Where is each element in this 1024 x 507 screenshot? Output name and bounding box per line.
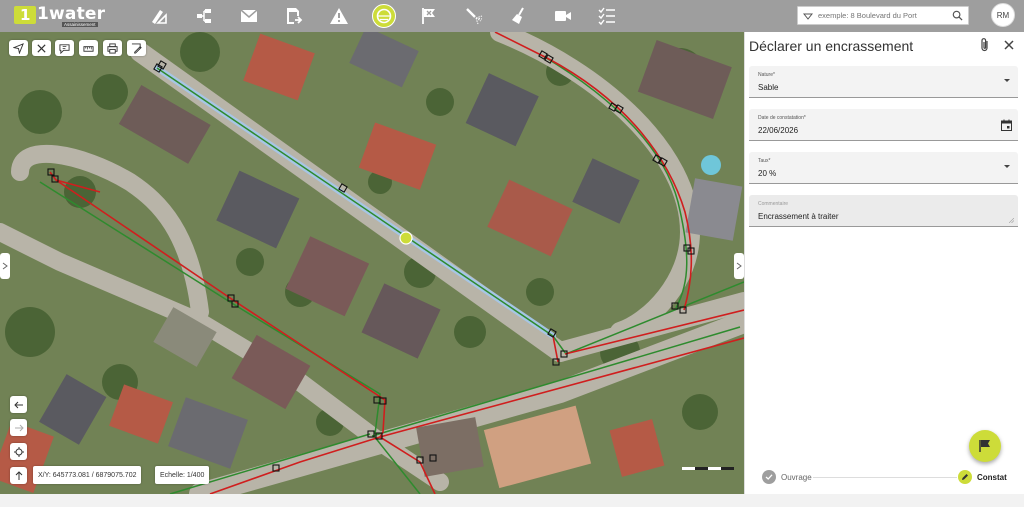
paperclip-icon[interactable] [978, 37, 992, 53]
app-logo[interactable]: 1 1water Assainissement [14, 4, 105, 27]
date-value: 22/06/2026 [758, 126, 799, 135]
network-icon[interactable] [193, 5, 215, 27]
logo-mark: 1 [14, 6, 36, 24]
nature-label: Nature* [758, 72, 775, 78]
user-avatar[interactable]: RM [991, 3, 1015, 27]
pencil-ruler-icon[interactable] [148, 5, 170, 27]
date-field[interactable]: Date de constatation* 22/06/2026 [749, 109, 1018, 141]
close-icon[interactable] [1001, 37, 1017, 53]
report-flag-icon [979, 440, 990, 452]
calendar-icon[interactable] [1001, 119, 1012, 131]
left-panel-toggle[interactable] [0, 253, 10, 279]
dropdown-arrow-icon [1004, 79, 1010, 82]
chevron-right-icon [2, 262, 8, 270]
warning-icon[interactable] [328, 5, 350, 27]
top-bar: 1 1water Assainissement RM [0, 0, 1024, 32]
aerial-map [0, 32, 744, 494]
comment-label: Commentaire [758, 201, 789, 207]
chevron-right-icon [736, 262, 742, 270]
draw-icon[interactable] [127, 40, 146, 56]
dropdown-arrow-icon [1004, 165, 1010, 168]
bottom-bar [0, 494, 1024, 507]
forward-icon[interactable] [10, 419, 27, 436]
step-constat-label: Constat [977, 472, 1007, 482]
scale-readout: Echelle: 1/400 [155, 466, 210, 484]
resize-handle-icon[interactable] [1009, 218, 1014, 223]
envelope-icon[interactable] [238, 5, 260, 27]
coordinates-readout: X/Y: 645773.081 / 6879075.702 [33, 466, 142, 484]
search-icon[interactable] [952, 10, 963, 21]
date-label: Date de constatation* [758, 115, 806, 121]
print-icon[interactable] [103, 40, 122, 56]
inspection-icon[interactable] [372, 4, 396, 28]
back-icon[interactable] [10, 396, 27, 413]
checklist-icon[interactable] [596, 5, 618, 27]
hydrant-flush-icon[interactable] [463, 5, 485, 27]
submit-declaration-button[interactable] [969, 430, 1001, 462]
north-arrow-icon[interactable] [10, 467, 27, 484]
step-ouvrage-label: Ouvrage [781, 472, 812, 482]
step-constat[interactable]: Constat [958, 470, 1007, 484]
panel-title: Déclarer un encrassement [749, 38, 914, 54]
logo-tagline: Assainissement [62, 22, 98, 27]
search-input[interactable] [818, 8, 946, 23]
scale-bar [682, 467, 734, 470]
clear-icon[interactable] [32, 40, 51, 56]
nature-select[interactable]: Nature* Sable [749, 66, 1018, 98]
locate-icon[interactable] [9, 40, 28, 56]
cleaning-icon[interactable] [508, 5, 530, 27]
flag-icon[interactable] [418, 5, 440, 27]
measure-icon[interactable] [79, 40, 98, 56]
report-arrow-icon[interactable] [283, 5, 305, 27]
taux-select[interactable]: Taux* 20 % [749, 152, 1018, 184]
pencil-icon [958, 470, 972, 484]
nature-value: Sable [758, 83, 779, 92]
crosshair-icon[interactable] [10, 443, 27, 460]
check-icon [762, 470, 776, 484]
camera-icon[interactable] [552, 5, 574, 27]
comment-field[interactable]: Commentaire Encrassement à traiter [749, 195, 1018, 227]
logo-text: 1water [37, 4, 106, 24]
map-view[interactable]: X/Y: 645773.081 / 6879075.702 Echelle: 1… [0, 32, 744, 494]
comment-icon[interactable] [55, 40, 74, 56]
dropdown-triangle-icon[interactable] [803, 11, 813, 21]
step-ouvrage[interactable]: Ouvrage [762, 470, 812, 484]
comment-value: Encrassement à traiter [758, 212, 839, 221]
stepper-line [813, 477, 957, 478]
address-search [797, 6, 969, 25]
taux-label: Taux* [758, 158, 771, 164]
taux-value: 20 % [758, 169, 777, 178]
right-panel-toggle[interactable] [734, 253, 744, 279]
declare-panel: Déclarer un encrassement Nature* Sable D… [744, 32, 1024, 494]
